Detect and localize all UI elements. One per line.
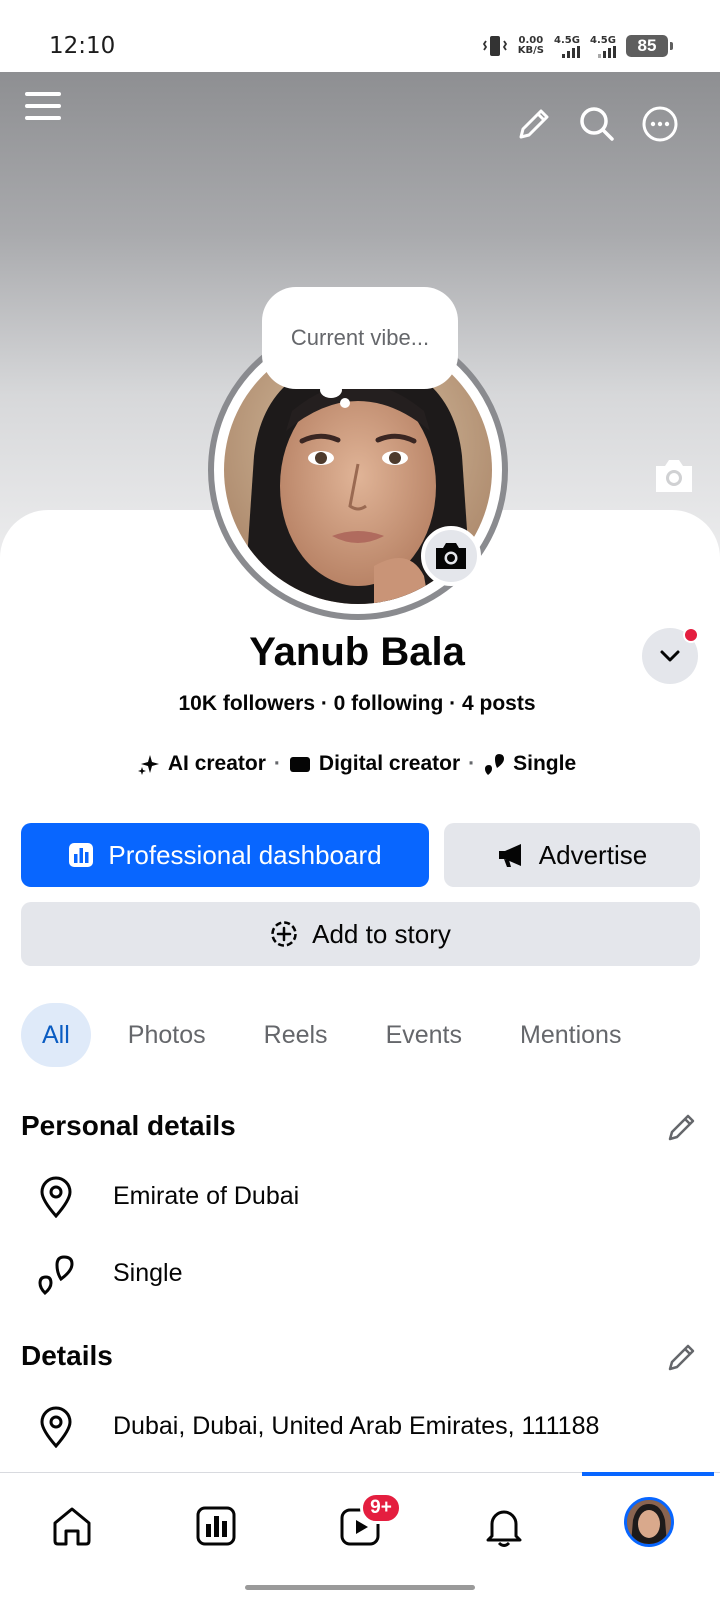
signal-sim2: 4.5G [590, 35, 616, 58]
hearts-icon [38, 1255, 74, 1295]
location-pin-icon [40, 1406, 72, 1448]
nav-dashboard[interactable] [186, 1496, 246, 1556]
details-title: Details [21, 1340, 113, 1371]
video-notification-badge: 9+ [360, 1492, 402, 1524]
profile-name: Yanub Bala [249, 630, 465, 674]
home-icon [53, 1507, 91, 1546]
chevron-down-icon [660, 650, 680, 662]
megaphone-icon [498, 844, 521, 867]
tag-ai-creator: AI creator [137, 752, 266, 776]
detail-location-text: Emirate of Dubai [113, 1182, 300, 1210]
current-vibe-bubble[interactable]: Current vibe... [262, 287, 458, 389]
search-icon[interactable] [575, 102, 619, 146]
change-profile-picture-button[interactable] [421, 526, 481, 586]
network-speed: 0.00 KB/S [517, 35, 544, 56]
personal-details-title: Personal details [21, 1110, 236, 1141]
nav-notifications[interactable] [474, 1496, 534, 1556]
detail-row-location: Emirate of Dubai [38, 1176, 299, 1218]
profile-tabs: All Photos Reels Events Mentions [21, 1003, 658, 1067]
detail-relationship-text: Single [113, 1259, 183, 1287]
add-story-icon [271, 921, 297, 947]
active-tab-indicator [582, 1472, 714, 1476]
dashboard-icon [69, 843, 94, 867]
edit-personal-details-icon[interactable] [665, 1110, 699, 1144]
battery-indicator: 85 [626, 35, 673, 57]
edit-profile-icon[interactable] [512, 102, 556, 146]
avatar [627, 1500, 671, 1544]
vibe-bubble-tail [320, 382, 342, 398]
advertise-button[interactable]: Advertise [444, 823, 700, 887]
vibe-bubble-tail-small [340, 398, 350, 408]
menu-icon[interactable] [21, 84, 65, 128]
edit-details-icon[interactable] [665, 1340, 699, 1374]
tag-digital-creator: Digital creator [289, 752, 460, 776]
bell-icon [486, 1510, 522, 1547]
hearts-icon [485, 754, 505, 775]
add-to-story-button[interactable]: Add to story [21, 902, 700, 966]
tab-mentions[interactable]: Mentions [499, 1003, 642, 1067]
status-time: 12:10 [49, 33, 116, 59]
location-pin-icon [40, 1176, 72, 1218]
profile-stats[interactable]: 10K followers · 0 following · 4 posts [0, 692, 714, 716]
home-indicator-bar[interactable] [245, 1585, 475, 1590]
detail-row-relationship: Single [38, 1253, 183, 1295]
tab-reels[interactable]: Reels [243, 1003, 349, 1067]
status-icons: 0.00 KB/S 4.5G 4.5G 85 [482, 33, 673, 59]
profile-tags: AI creator · Digital creator · Single [0, 752, 714, 776]
camera-icon [436, 543, 466, 569]
status-bar: 12:10 0.00 KB/S 4.5G 4.5G 85 [0, 0, 720, 72]
nav-profile-avatar[interactable] [624, 1497, 674, 1547]
sparkle-icon [137, 755, 159, 775]
signal-sim1: 4.5G [554, 35, 580, 58]
tab-all[interactable]: All [21, 1003, 91, 1067]
tag-relationship: Single [483, 752, 576, 776]
tab-events[interactable]: Events [365, 1003, 483, 1067]
tab-photos[interactable]: Photos [107, 1003, 227, 1067]
vibrate-icon [482, 36, 507, 56]
video-camera-icon [289, 757, 310, 772]
detail-row-address: Dubai, Dubai, United Arab Emirates, 1111… [38, 1406, 599, 1448]
cover-camera-icon[interactable] [652, 456, 696, 496]
detail-address-text: Dubai, Dubai, United Arab Emirates, 1111… [113, 1412, 600, 1440]
dashboard-icon [196, 1506, 236, 1546]
more-options-icon[interactable] [638, 102, 682, 146]
notification-dot [683, 627, 699, 643]
nav-home[interactable] [42, 1496, 102, 1556]
professional-dashboard-button[interactable]: Professional dashboard [21, 823, 429, 887]
